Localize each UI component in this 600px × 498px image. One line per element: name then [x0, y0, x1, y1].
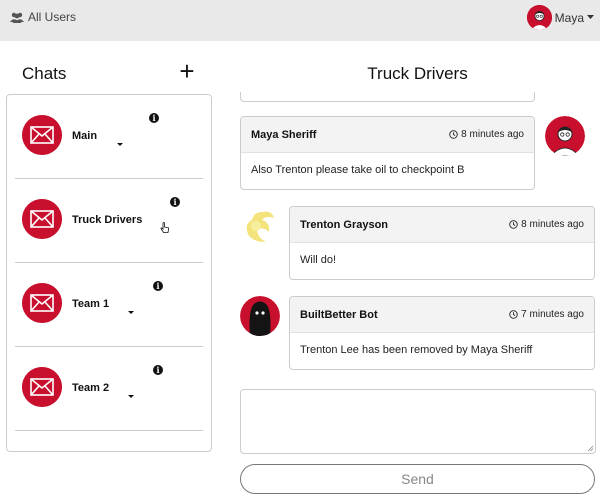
message-header: Trenton Grayson 8 minutes ago: [290, 207, 594, 243]
message-list[interactable]: Maya Sheriff 8 minutes ago Also Trenton …: [236, 92, 600, 376]
chat-list: Main i Truck Drivers i Team 1 i Team 2 i: [6, 94, 212, 452]
all-users-label: All Users: [28, 10, 77, 24]
chats-title: Chats: [22, 64, 67, 83]
user-menu[interactable]: Maya: [526, 5, 594, 30]
envelope-icon: [22, 115, 62, 155]
info-icon[interactable]: i: [153, 281, 163, 291]
add-chat-button[interactable]: +: [176, 58, 198, 84]
info-icon[interactable]: i: [149, 113, 159, 123]
message-time: 8 minutes ago: [509, 219, 584, 230]
chat-name: Truck Drivers: [72, 214, 143, 226]
send-button[interactable]: Send: [240, 464, 595, 494]
caret-down-icon: [587, 15, 594, 19]
top-navbar: All Users Maya: [0, 0, 600, 41]
message-text: Will do!: [300, 254, 337, 266]
chat-item-team-2[interactable]: Team 2 i: [15, 347, 203, 431]
message-author: Maya Sheriff: [251, 128, 317, 141]
envelope-icon: [22, 367, 62, 407]
clock-icon: [509, 220, 518, 229]
message-text: Also Trenton please take oil to checkpoi…: [251, 164, 465, 176]
chevron-down-icon[interactable]: [117, 143, 123, 146]
chat-item-main[interactable]: Main i: [15, 95, 203, 179]
chat-name: Team 1: [72, 298, 110, 310]
users-icon: [10, 12, 24, 23]
clock-icon: [449, 130, 458, 139]
chat-item-team-1[interactable]: Team 1 i: [15, 263, 203, 347]
user-name: Maya: [554, 10, 584, 25]
message-header: BuiltBetter Bot 7 minutes ago: [290, 297, 594, 333]
avatar: [240, 206, 280, 246]
chevron-down-icon[interactable]: [128, 311, 134, 314]
clock-icon: [509, 310, 518, 319]
pointer-cursor-icon: [160, 222, 170, 233]
info-icon[interactable]: i: [153, 365, 163, 375]
all-users-link[interactable]: All Users: [10, 10, 76, 24]
message-time: 8 minutes ago: [449, 129, 524, 140]
chat-name: Main: [72, 130, 98, 142]
message-author: BuiltBetter Bot: [300, 308, 378, 321]
envelope-icon: [22, 283, 62, 323]
message-header: Maya Sheriff 8 minutes ago: [241, 117, 534, 153]
avatar: [545, 116, 585, 156]
message-time: 7 minutes ago: [509, 309, 584, 320]
avatar: [240, 296, 280, 336]
info-icon[interactable]: i: [170, 197, 180, 207]
message-card: BuiltBetter Bot 7 minutes ago Trenton Le…: [289, 296, 595, 370]
chat-item-truck-drivers[interactable]: Truck Drivers i: [15, 179, 203, 263]
message-card: Trenton Grayson 8 minutes ago Will do!: [289, 206, 595, 280]
message-text: Trenton Lee has been removed by Maya She…: [300, 344, 533, 356]
resize-grip-icon[interactable]: [587, 445, 594, 452]
message-author: Trenton Grayson: [300, 218, 389, 231]
chevron-down-icon[interactable]: [128, 395, 134, 398]
message-card-partial: [240, 92, 535, 102]
avatar: [526, 5, 552, 30]
message-card: Maya Sheriff 8 minutes ago Also Trenton …: [240, 116, 535, 190]
room-title: Truck Drivers: [367, 64, 468, 83]
chat-name: Team 2: [72, 382, 110, 394]
message-input[interactable]: [240, 389, 596, 454]
envelope-icon: [22, 199, 62, 239]
